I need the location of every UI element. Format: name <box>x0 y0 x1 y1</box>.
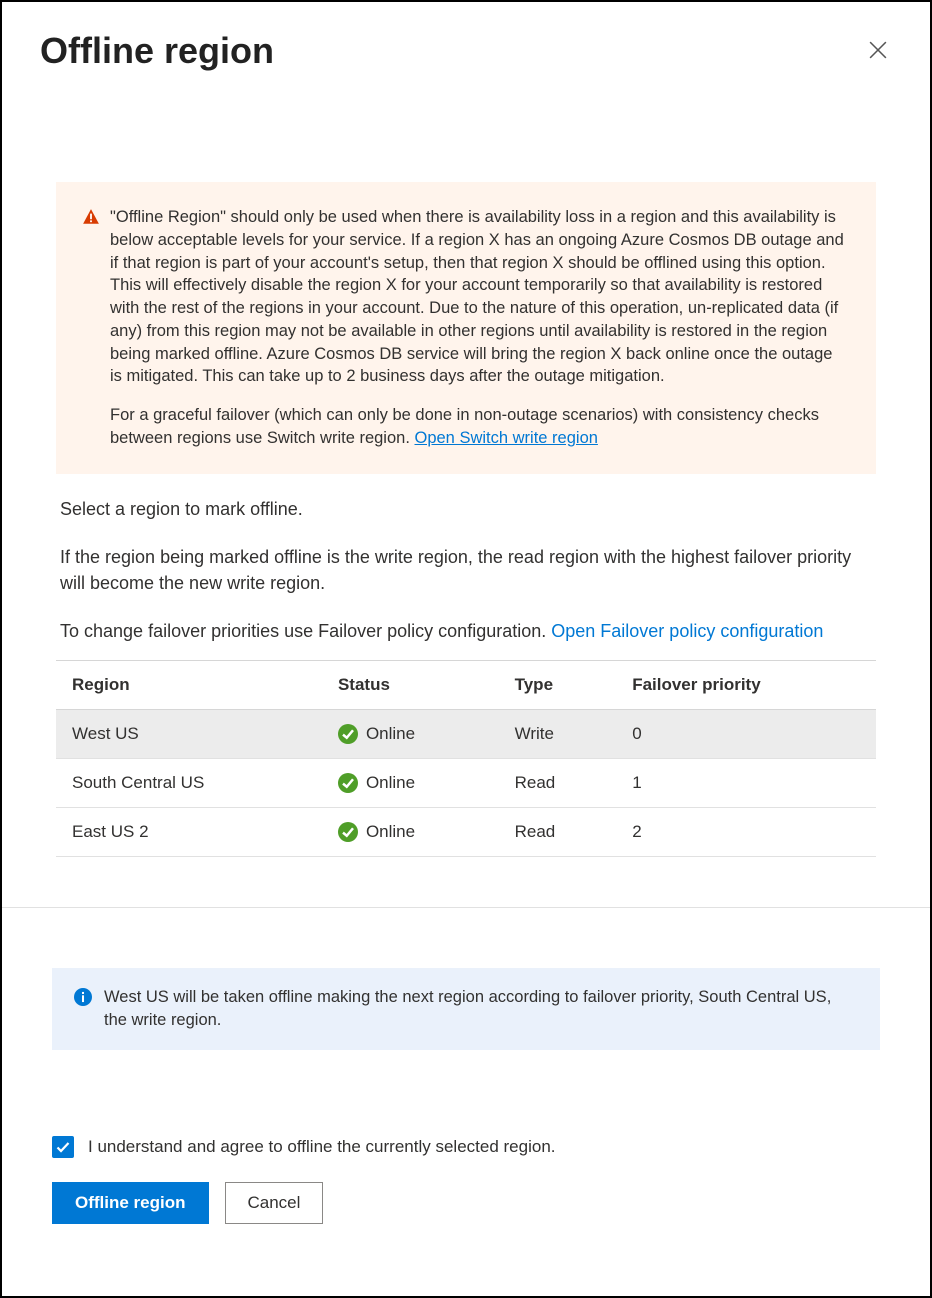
info-banner: West US will be taken offline making the… <box>52 968 880 1050</box>
offline-region-dialog: Offline region "Offline Region" should o… <box>0 0 932 1298</box>
col-priority: Failover priority <box>616 661 876 710</box>
cell-status: Online <box>322 808 499 857</box>
table-header-row: Region Status Type Failover priority <box>56 661 876 710</box>
button-row: Offline region Cancel <box>52 1182 880 1224</box>
consent-label: I understand and agree to offline the cu… <box>88 1137 556 1157</box>
dialog-header: Offline region <box>40 30 892 72</box>
instruction-failover: To change failover priorities use Failov… <box>60 618 872 644</box>
status-text: Online <box>366 724 415 744</box>
info-icon <box>74 988 92 1032</box>
col-region: Region <box>56 661 322 710</box>
cell-type: Read <box>499 808 617 857</box>
table-row[interactable]: South Central US Online Read1 <box>56 759 876 808</box>
status-text: Online <box>366 773 415 793</box>
instructions-block: Select a region to mark offline. If the … <box>56 496 876 644</box>
cell-priority: 1 <box>616 759 876 808</box>
cell-region: East US 2 <box>56 808 322 857</box>
col-type: Type <box>499 661 617 710</box>
close-icon <box>869 41 887 59</box>
warning-paragraph-2: For a graceful failover (which can only … <box>110 404 846 450</box>
cell-priority: 0 <box>616 710 876 759</box>
info-text: West US will be taken offline making the… <box>104 986 858 1032</box>
status-online-icon <box>338 773 358 793</box>
cell-status: Online <box>322 759 499 808</box>
offline-region-button[interactable]: Offline region <box>52 1182 209 1224</box>
consent-row: I understand and agree to offline the cu… <box>52 1136 880 1158</box>
cell-type: Read <box>499 759 617 808</box>
cell-region: South Central US <box>56 759 322 808</box>
cell-status: Online <box>322 710 499 759</box>
warning-text: "Offline Region" should only be used whe… <box>110 206 846 450</box>
cell-priority: 2 <box>616 808 876 857</box>
cancel-button[interactable]: Cancel <box>225 1182 324 1224</box>
table-row[interactable]: East US 2 Online Read2 <box>56 808 876 857</box>
status-online-icon <box>338 724 358 744</box>
status-online-icon <box>338 822 358 842</box>
warning-banner: "Offline Region" should only be used whe… <box>56 182 876 474</box>
table-row[interactable]: West US Online Write0 <box>56 710 876 759</box>
instruction-write-region: If the region being marked offline is th… <box>60 544 872 596</box>
warning-icon <box>82 208 100 450</box>
dialog-content: "Offline Region" should only be used whe… <box>40 182 892 857</box>
dialog-title: Offline region <box>40 30 274 72</box>
open-switch-write-region-link[interactable]: Open Switch write region <box>415 429 598 447</box>
section-divider <box>2 907 930 908</box>
col-status: Status <box>322 661 499 710</box>
cell-region: West US <box>56 710 322 759</box>
consent-checkbox[interactable] <box>52 1136 74 1158</box>
region-table: Region Status Type Failover priority Wes… <box>56 660 876 857</box>
check-icon <box>55 1139 71 1155</box>
status-text: Online <box>366 822 415 842</box>
cell-type: Write <box>499 710 617 759</box>
open-failover-policy-link[interactable]: Open Failover policy configuration <box>551 621 823 641</box>
close-button[interactable] <box>864 36 892 64</box>
warning-paragraph-1: "Offline Region" should only be used whe… <box>110 206 846 388</box>
instruction-select: Select a region to mark offline. <box>60 496 872 522</box>
